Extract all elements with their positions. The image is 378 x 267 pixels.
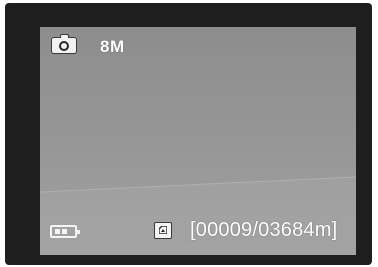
lcd-screen: 8M [00009/03684m]	[40, 27, 356, 255]
shot-counter: [00009/03684m]	[190, 219, 338, 241]
memory-card-icon	[154, 222, 172, 239]
camera-device: 8M [00009/03684m]	[5, 3, 372, 265]
resolution-label: 8M	[100, 37, 125, 56]
battery-icon	[50, 225, 80, 238]
camera-icon	[51, 34, 77, 54]
